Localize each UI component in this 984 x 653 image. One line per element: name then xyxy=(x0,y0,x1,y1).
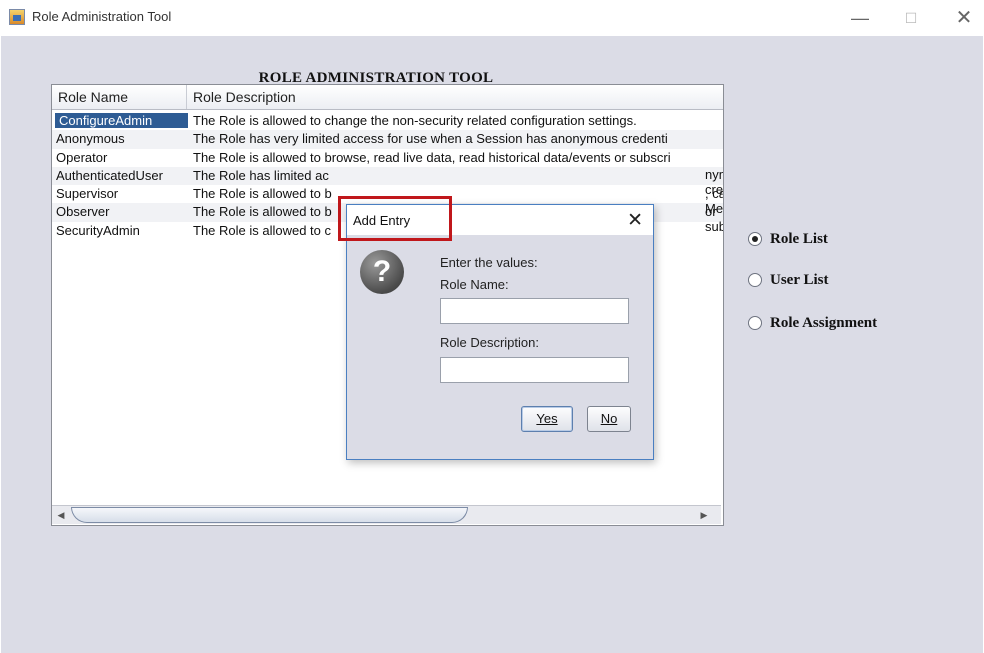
role-description-cell: The Role is allowed to b xyxy=(193,186,332,202)
radio-unchecked-icon[interactable] xyxy=(748,316,762,330)
role-name-label: Role Name: xyxy=(440,277,509,292)
role-assignment-label: Role Assignment xyxy=(770,315,878,331)
close-window-button[interactable]: ✕ xyxy=(949,6,979,30)
table-row[interactable]: AuthenticatedUser The Role has limited a… xyxy=(52,166,723,186)
table-row[interactable]: Anonymous The Role has very limited acce… xyxy=(52,130,723,149)
role-description-cell: The Role is allowed to browse, read live… xyxy=(193,149,671,165)
scroll-left-arrow-icon[interactable]: ◀ xyxy=(54,508,68,522)
role-description-label: Role Description: xyxy=(440,335,539,350)
role-name-cell: Anonymous xyxy=(56,131,125,147)
radio-checked-icon[interactable] xyxy=(748,232,762,246)
role-description-input[interactable] xyxy=(440,357,629,383)
role-name-cell: ConfigureAdmin xyxy=(55,113,188,128)
horizontal-scrollbar[interactable]: ◀ ▶ xyxy=(52,505,721,524)
role-name-cell: Supervisor xyxy=(56,186,119,202)
description-overflow-text: or subscri xyxy=(705,204,724,234)
role-description-cell: The Role has very limited access for use… xyxy=(193,131,668,147)
role-description-cell: The Role is allowed to c xyxy=(193,222,332,238)
no-button[interactable]: No xyxy=(587,406,631,432)
table-header: Role Name Role Description xyxy=(52,85,723,110)
dialog-close-icon[interactable]: ✕ xyxy=(627,209,643,232)
radio-unchecked-icon[interactable] xyxy=(748,273,762,287)
role-name-cell: AuthenticatedUser xyxy=(56,167,163,183)
maximize-button[interactable]: ☐ xyxy=(896,6,926,30)
role-name-cell: Observer xyxy=(56,204,110,220)
column-divider[interactable] xyxy=(186,85,187,109)
window-title-bar: Role Administration Tool — ☐ ✕ xyxy=(0,0,984,36)
role-name-input[interactable] xyxy=(440,298,629,324)
highlight-box xyxy=(338,196,452,241)
column-header-role-name[interactable]: Role Name xyxy=(58,89,128,105)
add-entry-dialog: Add Entry ✕ ? Enter the values: Role Nam… xyxy=(346,204,654,460)
role-description-cell: The Role has limited ac xyxy=(193,167,329,183)
yes-button[interactable]: Yes xyxy=(521,406,573,432)
role-name-cell: SecurityAdmin xyxy=(56,222,140,238)
column-header-role-description[interactable]: Role Description xyxy=(193,89,296,105)
role-description-cell: The Role is allowed to change the non-se… xyxy=(193,113,637,128)
role-list-label: Role List xyxy=(770,231,828,247)
minimize-button[interactable]: — xyxy=(845,6,875,30)
role-description-cell: The Role is allowed to b xyxy=(193,204,332,220)
dialog-prompt: Enter the values: xyxy=(440,255,538,270)
question-icon: ? xyxy=(360,250,404,294)
scrollbar-thumb[interactable] xyxy=(71,507,468,523)
scroll-right-arrow-icon[interactable]: ▶ xyxy=(697,508,711,522)
table-row[interactable]: Operator The Role is allowed to browse, … xyxy=(52,149,723,167)
window-title: Role Administration Tool xyxy=(32,9,172,24)
table-row[interactable]: ConfigureAdmin The Role is allowed to ch… xyxy=(52,112,723,130)
java-app-icon xyxy=(9,9,25,25)
user-list-label: User List xyxy=(770,272,829,288)
role-name-cell: Operator xyxy=(56,149,108,165)
